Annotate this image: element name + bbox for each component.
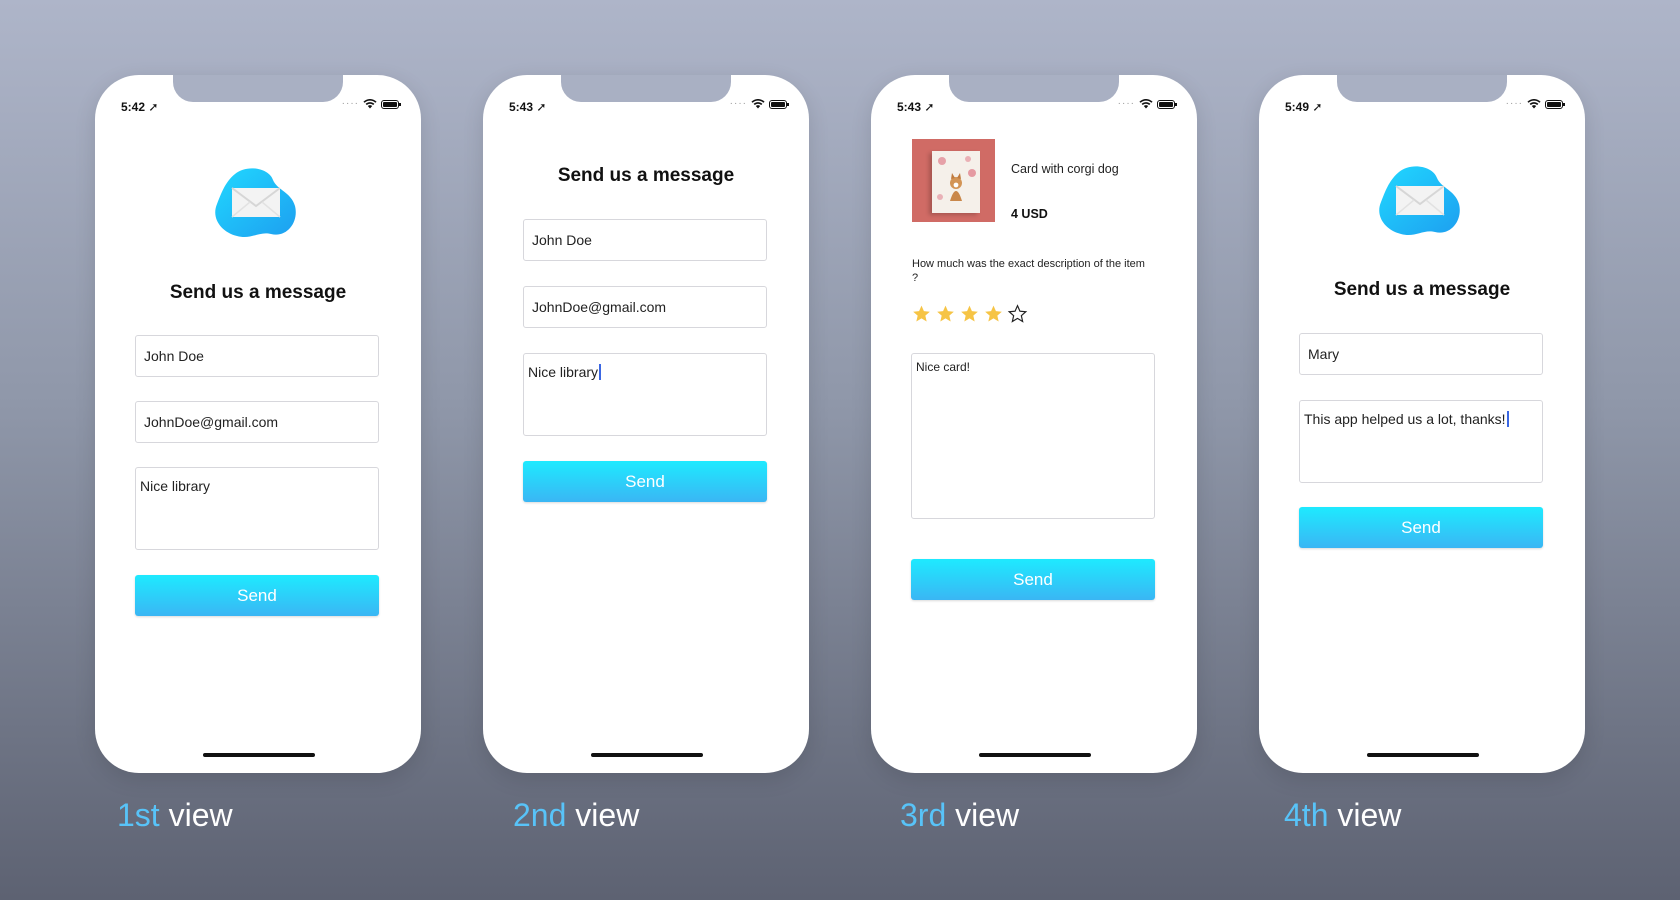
email-field[interactable]: JohnDoe@gmail.com <box>135 401 379 443</box>
send-button[interactable]: Send <box>523 461 767 502</box>
location-arrow-icon: ➚ <box>148 100 159 114</box>
status-icons: ···· <box>1117 98 1177 109</box>
status-icons: ···· <box>1505 98 1565 109</box>
name-field[interactable]: John Doe <box>135 335 379 377</box>
message-text: Nice library <box>140 478 211 494</box>
signal-icon: ···· <box>1505 98 1523 109</box>
wifi-icon <box>363 99 377 109</box>
phone-screen-2: 5:43 ➚ ···· Send us a message John Doe J… <box>483 75 809 773</box>
star-icon[interactable] <box>959 304 980 324</box>
status-time: 5:42 ➚ <box>121 100 159 114</box>
caption-3rd-view: 3rd view <box>900 797 1020 833</box>
home-indicator <box>203 753 315 757</box>
product-image <box>912 139 995 222</box>
home-indicator <box>979 753 1091 757</box>
status-time: 5:43 ➚ <box>897 100 935 114</box>
mail-logo-icon <box>213 166 297 242</box>
caption-4th-view: 4th view <box>1284 797 1402 833</box>
star-icon[interactable] <box>935 304 956 324</box>
notch <box>561 75 731 102</box>
rating-question: How much was the exact description of th… <box>912 258 1145 284</box>
notch <box>949 75 1119 102</box>
page-title: Send us a message <box>1333 279 1511 300</box>
star-rating[interactable] <box>911 304 1028 324</box>
message-text: Nice library <box>528 364 599 380</box>
email-field[interactable]: JohnDoe@gmail.com <box>523 286 767 328</box>
wifi-icon <box>751 99 765 109</box>
product-price: 4 USD <box>1011 207 1048 221</box>
signal-icon: ···· <box>729 98 747 109</box>
star-outline-icon[interactable] <box>1007 304 1028 324</box>
battery-icon <box>381 99 401 109</box>
page-title: Send us a message <box>557 165 735 186</box>
text-caret <box>1506 411 1509 427</box>
text-caret <box>599 364 602 380</box>
message-field[interactable]: Nice library <box>135 467 379 550</box>
phone-screen-3: 5:43 ➚ ···· Card with corgi dog 4 USD Ho… <box>871 75 1197 773</box>
name-field[interactable]: Mary <box>1299 333 1543 375</box>
status-icons: ···· <box>729 98 789 109</box>
message-text: Nice card! <box>916 360 971 374</box>
status-icons: ···· <box>341 98 401 109</box>
message-field[interactable]: Nice card! <box>911 353 1155 519</box>
star-icon[interactable] <box>983 304 1004 324</box>
wifi-icon <box>1139 99 1153 109</box>
greeting-card-image <box>932 151 980 213</box>
send-button[interactable]: Send <box>911 559 1155 600</box>
message-field[interactable]: This app helped us a lot, thanks! <box>1299 400 1543 483</box>
status-time: 5:49 ➚ <box>1285 100 1323 114</box>
send-button[interactable]: Send <box>1299 507 1543 548</box>
caption-1st-view: 1st view <box>117 797 233 833</box>
message-text: This app helped us a lot, thanks! <box>1304 411 1506 427</box>
location-arrow-icon: ➚ <box>924 100 935 114</box>
home-indicator <box>591 753 703 757</box>
location-arrow-icon: ➚ <box>1312 100 1323 114</box>
location-arrow-icon: ➚ <box>536 100 547 114</box>
send-button[interactable]: Send <box>135 575 379 616</box>
home-indicator <box>1367 753 1479 757</box>
caption-2nd-view: 2nd view <box>513 797 640 833</box>
page-title: Send us a message <box>169 282 347 303</box>
phone-screen-4: 5:49 ➚ ···· Send us a message Mary This … <box>1259 75 1585 773</box>
phone-screen-1: 5:42 ➚ ···· Send us a message John Doe J… <box>95 75 421 773</box>
battery-icon <box>769 99 789 109</box>
signal-icon: ···· <box>1117 98 1135 109</box>
status-time: 5:43 ➚ <box>509 100 547 114</box>
wifi-icon <box>1527 99 1541 109</box>
notch <box>1337 75 1507 102</box>
star-icon[interactable] <box>911 304 932 324</box>
battery-icon <box>1545 99 1565 109</box>
message-field[interactable]: Nice library <box>523 353 767 436</box>
notch <box>173 75 343 102</box>
product-name: Card with corgi dog <box>1011 162 1119 176</box>
battery-icon <box>1157 99 1177 109</box>
name-field[interactable]: John Doe <box>523 219 767 261</box>
mail-logo-icon <box>1377 164 1461 240</box>
signal-icon: ···· <box>341 98 359 109</box>
